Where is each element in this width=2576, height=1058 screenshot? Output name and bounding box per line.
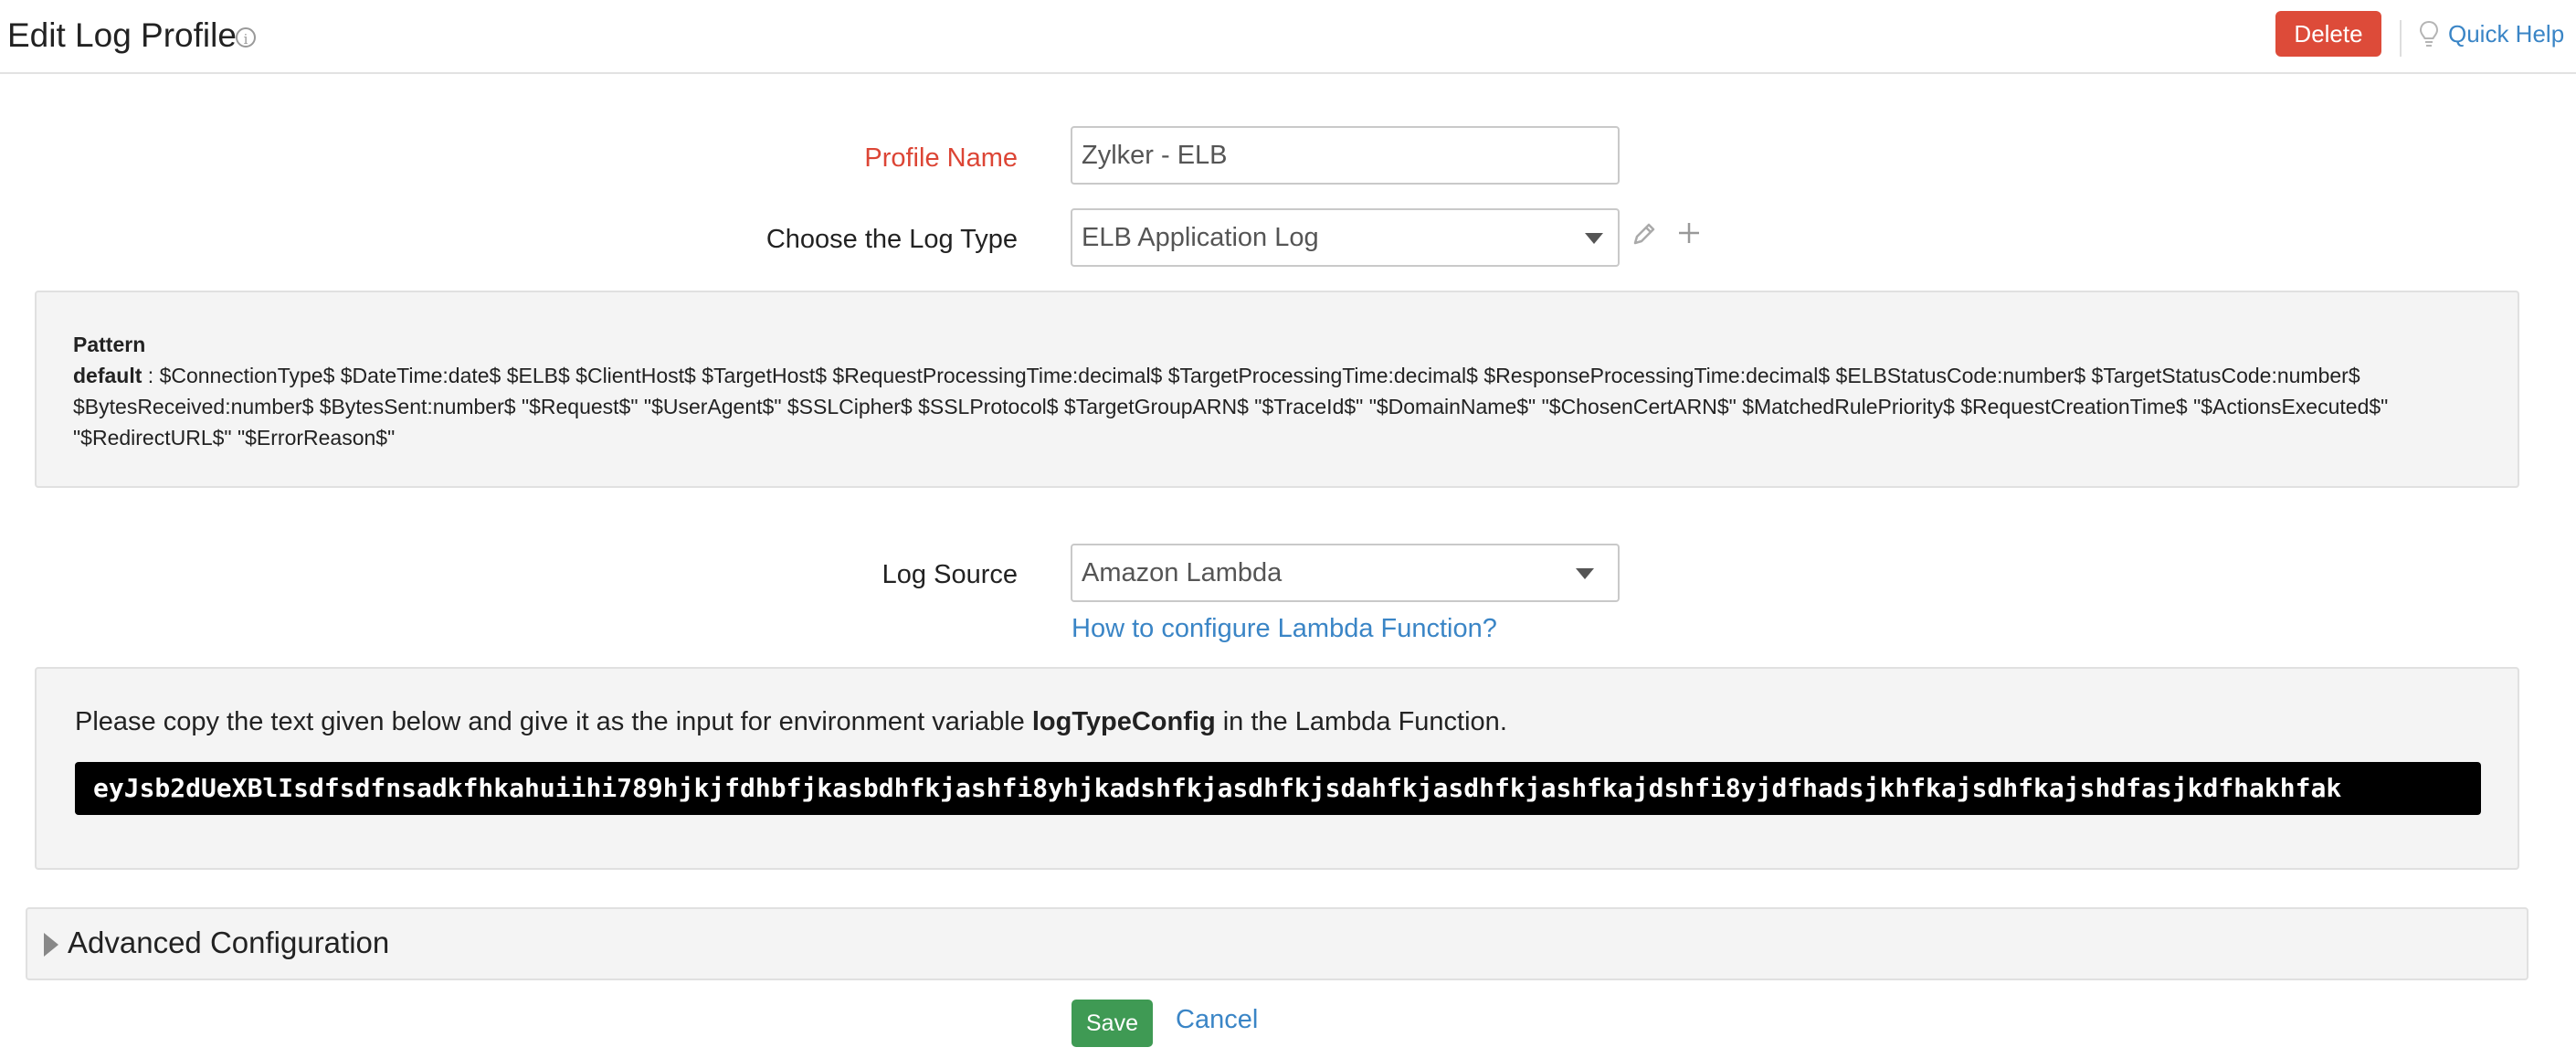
quick-help-link[interactable]: Quick Help <box>2448 20 2564 48</box>
pattern-separator: : <box>142 364 160 387</box>
pattern-panel: Pattern default : $ConnectionType$ $Date… <box>35 291 2519 488</box>
log-source-select[interactable]: Amazon Lambda <box>1071 544 1620 602</box>
page-title: Edit Log Profile <box>7 16 237 54</box>
lambda-instruction-prefix: Please copy the text given below and giv… <box>75 707 1032 736</box>
pattern-title: Pattern <box>73 333 146 356</box>
profile-name-input[interactable] <box>1071 126 1620 185</box>
pencil-icon[interactable] <box>1631 221 1657 247</box>
log-source-label: Log Source <box>882 560 1018 589</box>
pattern-value: $ConnectionType$ $DateTime:date$ $ELB$ $… <box>73 364 2389 450</box>
lambda-help-link[interactable]: How to configure Lambda Function? <box>1072 614 1497 644</box>
header-divider <box>2400 20 2402 57</box>
log-type-selected-value: ELB Application Log <box>1082 222 1319 252</box>
cancel-link[interactable]: Cancel <box>1176 1005 1258 1035</box>
plus-icon[interactable] <box>1677 221 1701 245</box>
log-type-select[interactable]: ELB Application Log <box>1071 208 1620 267</box>
delete-button[interactable]: Delete <box>2275 11 2381 57</box>
save-button[interactable]: Save <box>1072 1000 1153 1047</box>
lightbulb-icon[interactable] <box>2418 20 2440 49</box>
lambda-config-panel: Please copy the text given below and giv… <box>35 667 2519 870</box>
pattern-name: default <box>73 364 143 387</box>
lambda-variable-name: logTypeConfig <box>1031 707 1216 736</box>
log-type-label: Choose the Log Type <box>765 225 1018 254</box>
log-source-selected-value: Amazon Lambda <box>1082 557 1283 587</box>
advanced-configuration-toggle[interactable]: Advanced Configuration <box>26 907 2528 980</box>
lambda-instruction-suffix: in the Lambda Function. <box>1215 707 1507 736</box>
profile-name-label: Profile Name <box>864 143 1018 173</box>
caret-down-icon <box>1576 568 1594 579</box>
page-header: Edit Log Profile i Delete Quick Help <box>0 0 2576 74</box>
advanced-configuration-label: Advanced Configuration <box>68 926 390 959</box>
info-icon[interactable]: i <box>236 27 256 48</box>
lambda-config-code[interactable]: eyJsb2dUeXBlIsdfsdfnsadkfhkahuiihi789hjk… <box>75 762 2481 815</box>
lambda-instruction: Please copy the text given below and giv… <box>75 707 1507 737</box>
caret-down-icon <box>1585 233 1603 244</box>
pattern-text: default : $ConnectionType$ $DateTime:dat… <box>73 360 2481 453</box>
chevron-right-icon <box>44 933 58 957</box>
